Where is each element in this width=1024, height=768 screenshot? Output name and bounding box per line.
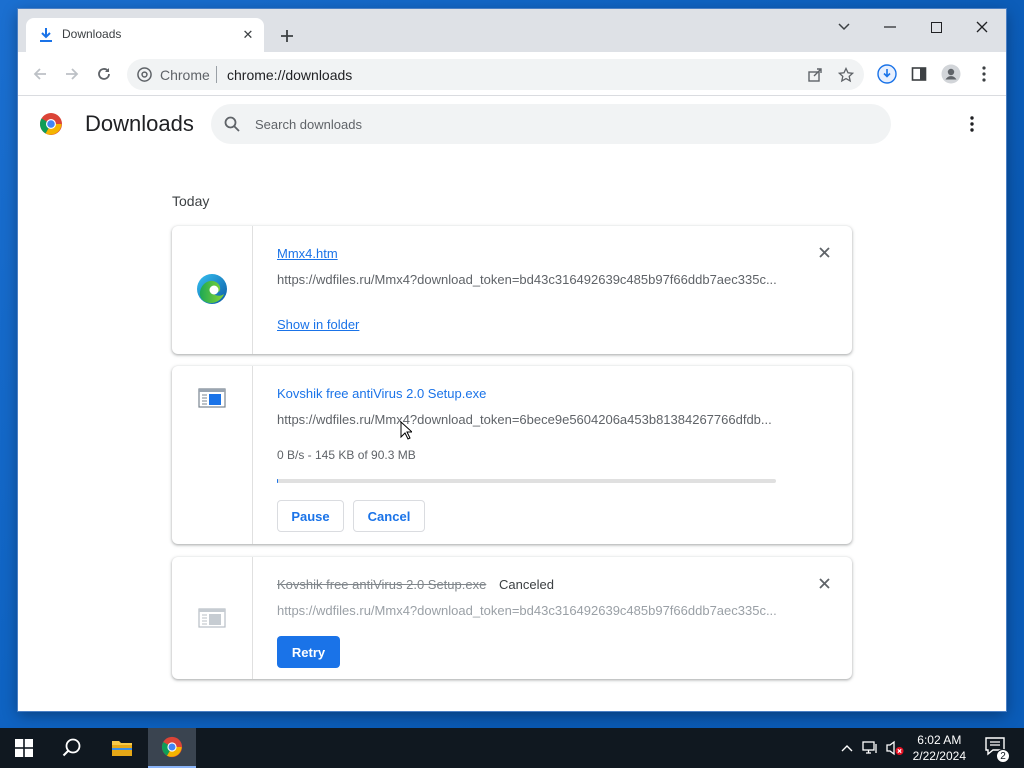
download-icon-column bbox=[172, 366, 253, 544]
chevron-up-icon[interactable] bbox=[837, 738, 857, 758]
new-tab-button[interactable] bbox=[275, 24, 299, 48]
notification-count-badge: 2 bbox=[996, 749, 1010, 763]
pause-button[interactable]: Pause bbox=[277, 500, 344, 532]
download-url[interactable]: https://wdfiles.ru/Mmx4?download_token=b… bbox=[277, 603, 777, 618]
browser-toolbar: Chrome chrome://downloads bbox=[18, 52, 1006, 96]
search-input[interactable] bbox=[255, 114, 855, 134]
download-item: Mmx4.htm https://wdfiles.ru/Mmx4?downloa… bbox=[172, 226, 852, 354]
retry-button[interactable]: Retry bbox=[277, 636, 340, 668]
download-file-link[interactable]: Kovshik free antiVirus 2.0 Setup.exe bbox=[277, 386, 486, 401]
clock-time: 6:02 AM bbox=[917, 733, 962, 747]
back-button[interactable] bbox=[27, 61, 53, 87]
profile-avatar-icon[interactable] bbox=[939, 62, 963, 86]
download-progress-text: 0 B/s - 145 KB of 90.3 MB bbox=[277, 448, 416, 462]
page-more-actions-icon[interactable] bbox=[962, 112, 982, 136]
remove-download-close-icon[interactable] bbox=[814, 242, 834, 262]
tab-strip: Downloads ✕ bbox=[18, 9, 1006, 52]
download-icon bbox=[39, 27, 53, 43]
site-name: Chrome bbox=[160, 67, 210, 83]
minimize-button[interactable] bbox=[870, 12, 910, 42]
forward-button[interactable] bbox=[59, 61, 85, 87]
downloads-toolbar-icon[interactable] bbox=[875, 62, 899, 86]
volume-muted-icon[interactable] bbox=[885, 738, 905, 758]
download-url[interactable]: https://wdfiles.ru/Mmx4?download_token=b… bbox=[277, 272, 777, 287]
search-downloads-box bbox=[211, 104, 891, 144]
omnibox-separator bbox=[216, 66, 217, 83]
search-icon bbox=[224, 116, 240, 137]
tab-downloads[interactable]: Downloads ✕ bbox=[26, 18, 264, 52]
show-in-folder-link[interactable]: Show in folder bbox=[277, 317, 359, 332]
remove-download-close-icon[interactable] bbox=[814, 573, 834, 593]
download-icon-column bbox=[172, 557, 253, 679]
network-icon[interactable] bbox=[861, 738, 881, 758]
cancel-button[interactable]: Cancel bbox=[353, 500, 425, 532]
browser-menu-icon[interactable] bbox=[972, 62, 996, 86]
download-status: Canceled bbox=[499, 577, 554, 592]
chrome-taskbar-icon[interactable] bbox=[148, 728, 196, 768]
installer-icon bbox=[196, 602, 228, 634]
clock-date: 2/22/2024 bbox=[912, 749, 966, 763]
bookmark-star-icon[interactable] bbox=[836, 65, 856, 85]
chrome-logo-icon bbox=[39, 112, 63, 136]
system-clock[interactable]: 6:02 AM 2/22/2024 bbox=[913, 732, 966, 764]
mouse-cursor-icon bbox=[400, 420, 414, 445]
browser-window: Downloads ✕ Chrome chrome://downloads Do… bbox=[18, 9, 1006, 711]
download-progress-bar bbox=[277, 479, 776, 483]
taskbar: 6:02 AM 2/22/2024 2 bbox=[0, 728, 1024, 768]
close-window-button[interactable] bbox=[962, 12, 1002, 42]
tab-title: Downloads bbox=[62, 27, 122, 41]
start-button[interactable] bbox=[0, 728, 48, 768]
share-icon[interactable] bbox=[805, 65, 825, 85]
side-panel-icon[interactable] bbox=[907, 62, 931, 86]
reload-button[interactable] bbox=[91, 61, 117, 87]
download-file-link[interactable]: Mmx4.htm bbox=[277, 246, 338, 261]
url-text: chrome://downloads bbox=[227, 67, 353, 83]
maximize-button[interactable] bbox=[916, 12, 956, 42]
tab-close-icon[interactable]: ✕ bbox=[238, 25, 258, 45]
edge-icon bbox=[196, 273, 228, 305]
downloads-page: Downloads Today bbox=[18, 96, 1006, 711]
chrome-site-icon bbox=[137, 67, 152, 87]
download-item-in-progress: Kovshik free antiVirus 2.0 Setup.exe htt… bbox=[172, 366, 852, 544]
download-icon-column bbox=[172, 226, 253, 354]
address-bar[interactable]: Chrome chrome://downloads bbox=[127, 59, 864, 90]
installer-icon bbox=[196, 382, 228, 414]
download-url[interactable]: https://wdfiles.ru/Mmx4?download_token=6… bbox=[277, 412, 777, 427]
download-item-canceled: Kovshik free antiVirus 2.0 Setup.exe Can… bbox=[172, 557, 852, 679]
date-group-label: Today bbox=[172, 193, 210, 209]
page-title: Downloads bbox=[85, 111, 194, 136]
tab-search-chevron-icon[interactable] bbox=[824, 12, 864, 42]
file-explorer-icon[interactable] bbox=[98, 728, 146, 768]
download-progress-fill bbox=[277, 479, 278, 483]
search-taskbar-icon[interactable] bbox=[48, 728, 96, 768]
page-header: Downloads bbox=[18, 96, 1006, 152]
canceled-file-name: Kovshik free antiVirus 2.0 Setup.exe bbox=[277, 577, 487, 592]
